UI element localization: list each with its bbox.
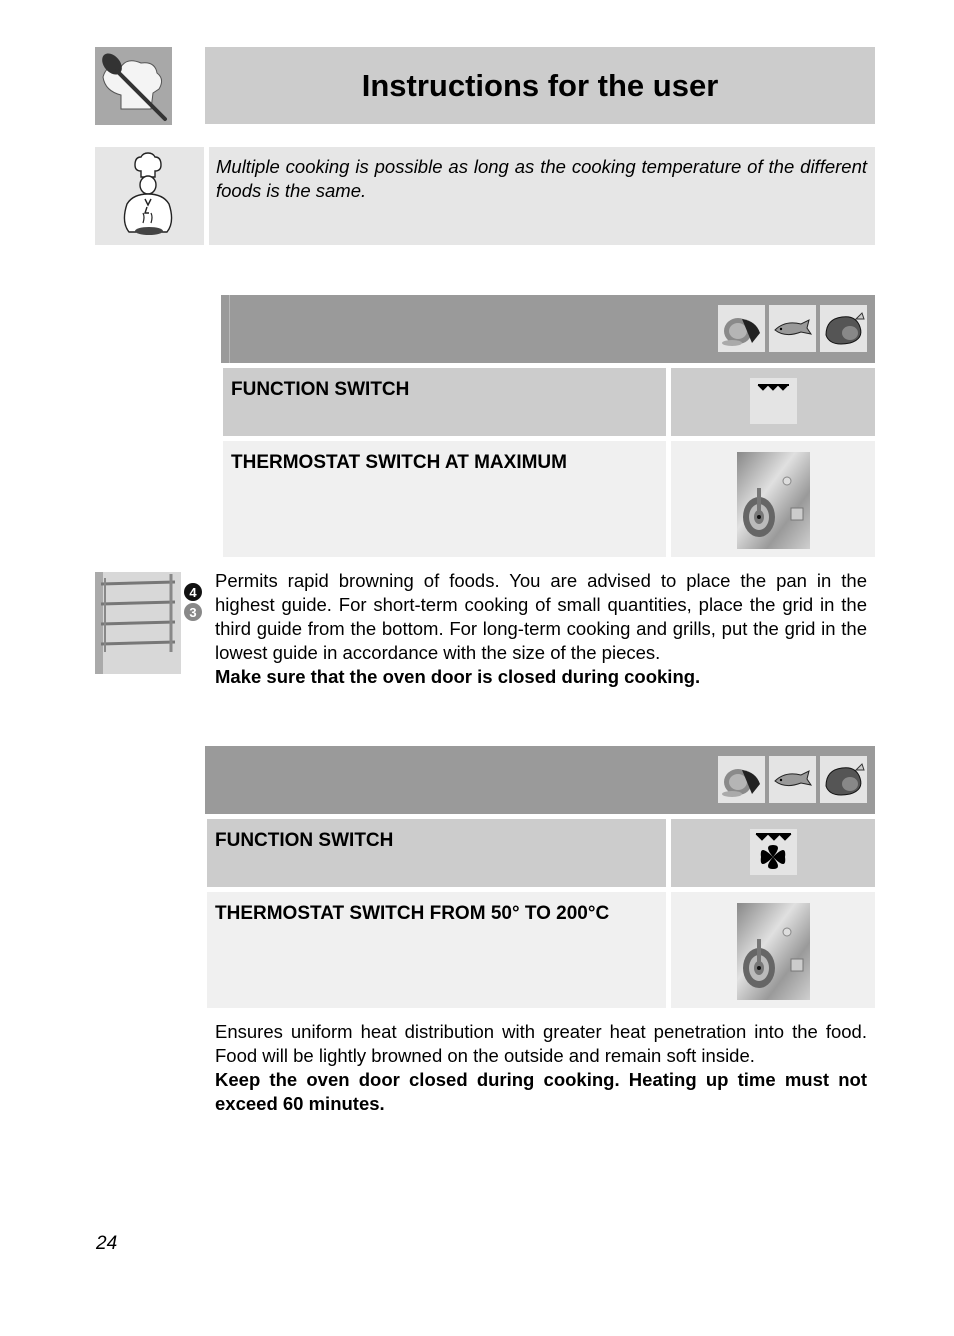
fish-icon [769, 756, 816, 803]
function-switch-label: FUNCTION SWITCH [223, 368, 666, 436]
warning-text: Keep the oven door closed during cooking… [215, 1069, 867, 1114]
poultry-icon [820, 305, 867, 352]
function-switch-symbol-cell [671, 819, 875, 887]
top-heating-element-icon [749, 378, 797, 424]
thermostat-label: THERMOSTAT SWITCH AT MAXIMUM [223, 441, 666, 557]
description-text: Permits rapid browning of foods. You are… [215, 570, 867, 663]
food-icons [718, 305, 867, 352]
page-number: 24 [96, 1233, 118, 1254]
description-text: Ensures uniform heat distribution with g… [215, 1021, 867, 1066]
oven-rack-guides-icon: 4 3 [95, 572, 202, 674]
chef-cooking-icon [123, 152, 173, 235]
meat-icon [718, 756, 765, 803]
chef-illustration [95, 147, 204, 245]
info-note: Multiple cooking is possible as long as … [209, 147, 875, 245]
section-1-header [221, 295, 875, 363]
poultry-icon [820, 756, 867, 803]
function-switch-symbol-cell [671, 368, 875, 436]
note-text: Multiple cooking is possible as long as … [216, 156, 867, 201]
thermostat-knob-icon [736, 452, 810, 549]
fish-icon [769, 305, 816, 352]
thermostat-symbol-cell [671, 441, 875, 557]
warning-text: Make sure that the oven door is closed d… [215, 666, 701, 687]
page-title: Instructions for the user [361, 67, 719, 103]
oven-rack-illustration: 4 3 [95, 568, 205, 676]
thermostat-symbol-cell [671, 892, 875, 1008]
top-element-with-fan-icon [749, 829, 797, 875]
meat-icon [718, 305, 765, 352]
rack-marker-4: 4 [189, 585, 197, 600]
spoon-and-chef-hat-icon [95, 47, 172, 125]
thermostat-knob-icon [736, 903, 810, 1000]
section-2-description: Ensures uniform heat distribution with g… [215, 1020, 867, 1116]
section-1-description: Permits rapid browning of foods. You are… [215, 569, 867, 689]
page-header: Instructions for the user [205, 47, 875, 124]
function-switch-label: FUNCTION SWITCH [207, 819, 666, 887]
food-icons [718, 756, 867, 803]
rack-marker-3: 3 [189, 605, 196, 620]
thermostat-label: THERMOSTAT SWITCH FROM 50° TO 200°C [207, 892, 666, 1008]
section-2-header [205, 746, 875, 814]
header-logo [95, 47, 172, 125]
